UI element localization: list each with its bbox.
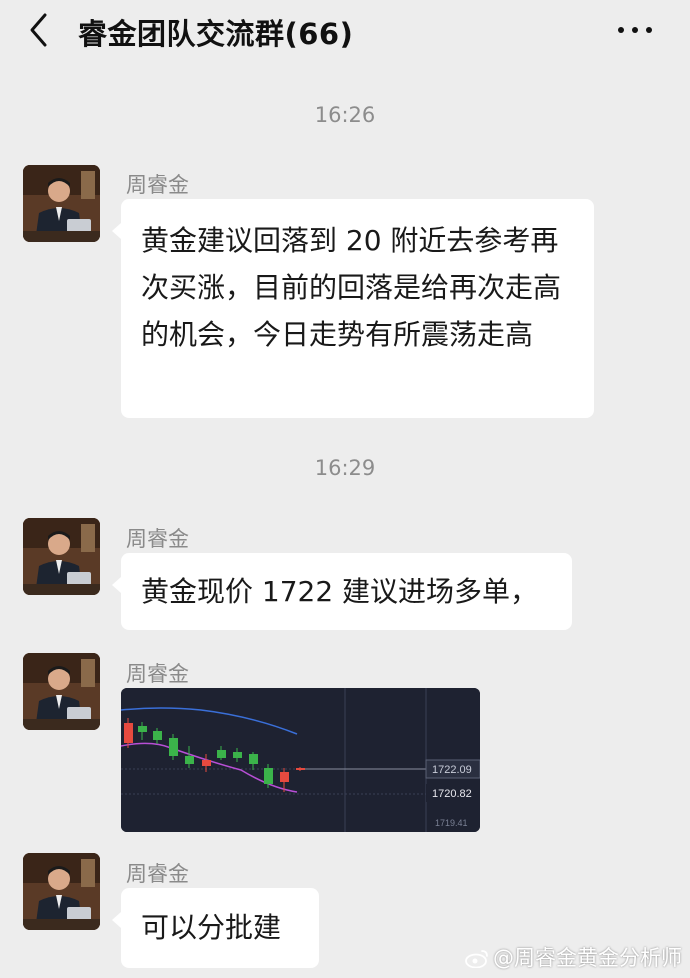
avatar[interactable]: [23, 518, 100, 595]
avatar[interactable]: [23, 853, 100, 930]
timestamp: 16:26: [314, 103, 376, 127]
message-text: 可以分批建: [141, 911, 282, 944]
avatar-photo: [23, 518, 100, 595]
candle-body: [124, 723, 133, 743]
candle-body: [296, 768, 305, 770]
candle-body: [264, 768, 273, 784]
message-bubble[interactable]: 黄金建议回落到 20 附近去参考再次买涨，目前的回落是给再次走高的机会，今日走势…: [112, 199, 594, 418]
watermark-text: @周睿金黄金分析师: [493, 946, 682, 970]
watermark: @周睿金黄金分析师: [465, 942, 682, 972]
chart-image-message[interactable]: 1722.09 1720.82 1719.41: [121, 688, 480, 832]
price-label-mid: 1720.82: [432, 788, 472, 800]
sender-name: 周睿金: [126, 662, 189, 686]
sender-name: 周睿金: [126, 173, 189, 197]
message-bubble[interactable]: 可以分批建: [112, 888, 319, 968]
chevron-left-icon: [30, 13, 47, 47]
message-bubble[interactable]: 黄金现价 1722 建议进场多单，: [112, 553, 572, 630]
message-text: 黄金现价 1722 建议进场多单，: [141, 575, 539, 608]
chat-title: 睿金团队交流群(66): [78, 17, 354, 51]
avatar-photo: [23, 165, 100, 242]
candle-body: [217, 750, 226, 758]
more-options-button[interactable]: [612, 14, 660, 44]
sender-name: 周睿金: [126, 862, 189, 886]
candle-body: [280, 772, 289, 782]
weibo-icon: [465, 950, 488, 968]
avatar[interactable]: [23, 165, 100, 242]
price-label-low: 1719.41: [435, 818, 468, 828]
candle-body: [169, 738, 178, 756]
candle-body: [153, 731, 162, 740]
price-label-current: 1722.09: [432, 764, 472, 776]
avatar-photo: [23, 853, 100, 930]
back-button[interactable]: [20, 10, 60, 50]
chat-header: 睿金团队交流群(66): [0, 0, 690, 60]
candle-body: [138, 726, 147, 732]
avatar-photo: [23, 653, 100, 730]
avatar[interactable]: [23, 653, 100, 730]
timestamp: 16:29: [314, 456, 376, 480]
candlestick-chart-image: 1722.09 1720.82 1719.41: [121, 688, 480, 832]
candle-body: [249, 754, 258, 764]
candle-body: [202, 760, 211, 766]
sender-name: 周睿金: [126, 527, 189, 551]
candle-body: [233, 752, 242, 758]
candle-body: [185, 756, 194, 764]
message-text: 黄金建议回落到 20 附近去参考再次买涨，目前的回落是给再次走高的机会，今日走势…: [141, 224, 562, 351]
